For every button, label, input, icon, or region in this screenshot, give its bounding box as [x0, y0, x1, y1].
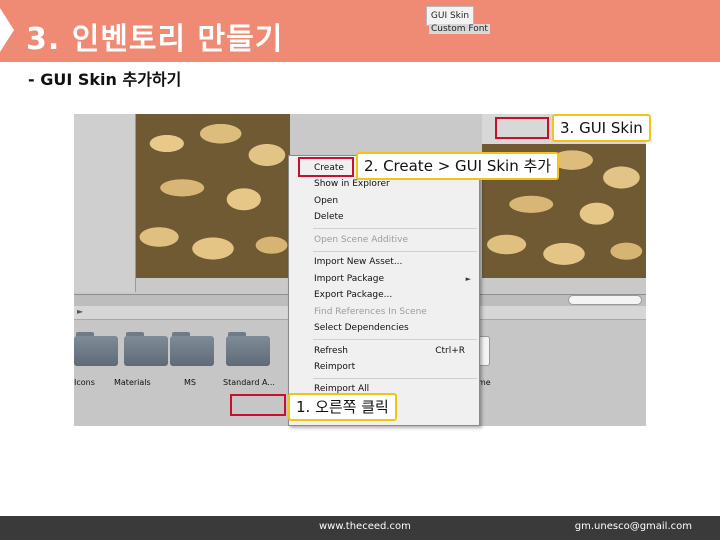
play-arrow-icon[interactable]: ►	[77, 307, 83, 316]
right-click-highlight-box	[230, 394, 286, 416]
title-bar: 3. 인벤토리 만들기	[0, 0, 720, 62]
callout-step2-create: 2. Create > GUI Skin 추가	[356, 152, 560, 180]
menu-item-reimport[interactable]: Reimport	[314, 362, 355, 372]
menu-item-show-in-explorer[interactable]: Show in Explorer	[314, 179, 390, 189]
folder-label-materials[interactable]: Materials	[114, 378, 151, 387]
menu-separator	[313, 251, 477, 252]
menu-separator	[313, 228, 477, 229]
menu-item-import-new-asset[interactable]: Import New Asset...	[314, 257, 402, 267]
refresh-shortcut: Ctrl+R	[435, 346, 465, 356]
scene-view-stone-texture	[136, 114, 290, 278]
folder-icon[interactable]	[170, 332, 214, 366]
folder-icon[interactable]	[74, 332, 118, 366]
menu-item-delete[interactable]: Delete	[314, 212, 344, 222]
menu-item-select-dependencies[interactable]: Select Dependencies	[314, 323, 409, 333]
slide-title: 3. 인벤토리 만들기	[26, 22, 284, 57]
menu-separator	[313, 378, 477, 379]
footer-website: www.theceed.com	[319, 521, 411, 532]
slide: 3. 인벤토리 만들기 - GUI Skin 추가하기 ► Icons Mate…	[0, 0, 720, 540]
title-notch-decoration	[0, 8, 14, 52]
context-menu: Create Show in Explorer Open Delete Open…	[288, 155, 480, 426]
submenu-arrow-icon: ►	[465, 275, 471, 283]
menu-item-find-references: Find References In Scene	[314, 307, 427, 317]
folder-label-standard-assets[interactable]: Standard A...	[223, 378, 275, 387]
menu-item-import-package[interactable]: Import Package	[314, 274, 384, 284]
project-search-input[interactable]	[568, 295, 642, 305]
footer-bar: www.theceed.com gm.unesco@gmail.com	[0, 516, 720, 540]
folder-icon[interactable]	[124, 332, 168, 366]
menu-item-open-scene-additive: Open Scene Additive	[314, 235, 409, 245]
gui-skin-object-field[interactable]: GUI Skin	[426, 6, 474, 26]
create-highlight-box	[298, 157, 354, 177]
callout-step1-right-click: 1. 오른쪽 클릭	[288, 393, 397, 421]
callout-step3-gui-skin: 3. GUI Skin	[552, 114, 651, 142]
menu-item-refresh[interactable]: Refresh	[314, 346, 348, 356]
hierarchy-panel	[74, 114, 136, 292]
folder-label-ms[interactable]: MS	[184, 378, 196, 387]
menu-item-open[interactable]: Open	[314, 196, 338, 206]
folder-label-icons[interactable]: Icons	[74, 378, 95, 387]
folder-icon[interactable]	[226, 332, 270, 366]
slide-subtitle: - GUI Skin 추가하기	[28, 70, 182, 89]
footer-email: gm.unesco@gmail.com	[574, 521, 692, 532]
menu-separator	[313, 339, 477, 340]
gui-skin-highlight-box	[495, 117, 549, 139]
custom-font-label: Custom Font	[429, 24, 490, 34]
menu-item-export-package[interactable]: Export Package...	[314, 290, 392, 300]
